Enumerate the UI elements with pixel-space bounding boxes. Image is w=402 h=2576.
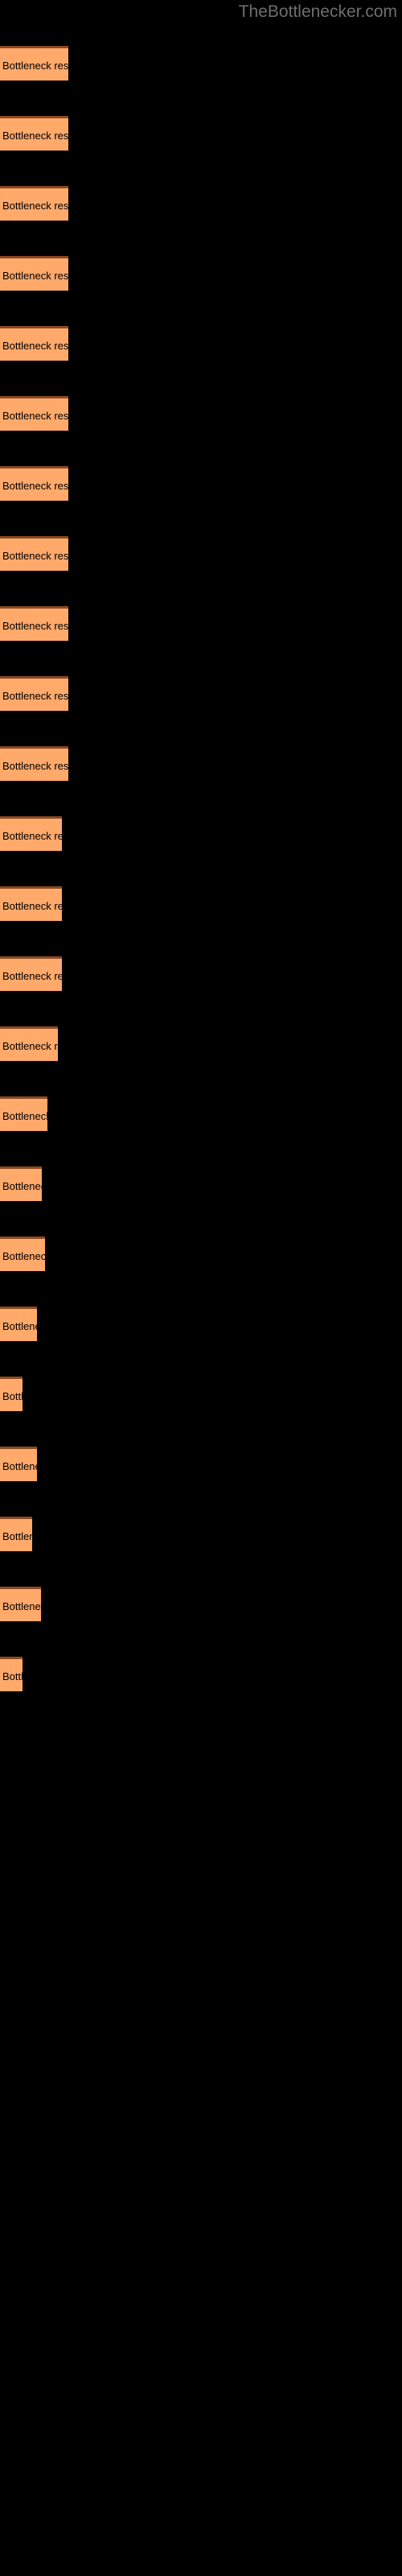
bar-row: Bottleneck result (0, 676, 68, 711)
bar-rect: Bottleneck result (0, 746, 68, 781)
bar-rect: Bottleneck result (0, 1096, 47, 1131)
bar-row: Bottleneck result (0, 1026, 58, 1061)
bar-label: Bottleneck result (2, 970, 62, 982)
bar-rect: Bottleneck result (0, 1377, 23, 1411)
bar-rect: Bottleneck result (0, 116, 68, 151)
bar-rect: Bottleneck result (0, 1026, 58, 1061)
bar-rect: Bottleneck result (0, 956, 62, 991)
bar-rect: Bottleneck result (0, 1517, 32, 1551)
bar-label: Bottleneck result (2, 1320, 37, 1332)
bar-row: Bottleneck result (0, 536, 68, 571)
bar-label: Bottleneck result (2, 1670, 23, 1682)
bar-row: Bottleneck result (0, 256, 68, 291)
bar-label: Bottleneck result (2, 130, 68, 142)
bar-label: Bottleneck result (2, 340, 68, 352)
bar-label: Bottleneck result (2, 900, 62, 912)
bar-label: Bottleneck result (2, 760, 68, 772)
bar-rect: Bottleneck result (0, 256, 68, 291)
bar-rect: Bottleneck result (0, 1657, 23, 1691)
bottleneck-bar-chart: TheBottlenecker.com Bottleneck resultBot… (0, 0, 402, 2576)
bar-row: Bottleneck result (0, 1377, 23, 1411)
bar-label: Bottleneck result (2, 60, 68, 72)
bar-rect: Bottleneck result (0, 1447, 37, 1481)
bar-label: Bottleneck result (2, 1110, 47, 1122)
bar-rect: Bottleneck result (0, 886, 62, 921)
bar-row: Bottleneck result (0, 816, 62, 851)
bar-row: Bottleneck result (0, 746, 68, 781)
bar-rect: Bottleneck result (0, 466, 68, 501)
bar-label: Bottleneck result (2, 620, 68, 632)
bar-rect: Bottleneck result (0, 1587, 41, 1621)
bar-rect: Bottleneck result (0, 396, 68, 431)
bar-label: Bottleneck result (2, 690, 68, 702)
bar-rect: Bottleneck result (0, 536, 68, 571)
bar-row: Bottleneck result (0, 1657, 23, 1691)
bar-label: Bottleneck result (2, 830, 62, 842)
bar-rect: Bottleneck result (0, 1307, 37, 1341)
bar-row: Bottleneck result (0, 326, 68, 361)
bar-rect: Bottleneck result (0, 326, 68, 361)
bar-series-layer: Bottleneck result Bottleneck result Bottle… (0, 0, 402, 2576)
bar-row: Bottleneck result (0, 116, 68, 151)
bar-label: Bottleneck result (2, 410, 68, 422)
bar-rect: Bottleneck result (0, 1166, 42, 1201)
bar-row: Bottleneck result (0, 1447, 37, 1481)
bar-row: Bottleneck result (0, 1236, 45, 1271)
bar-label: Bottleneck result (2, 1600, 41, 1612)
bar-row: Bottleneck result (0, 186, 68, 221)
bar-label: Bottleneck result (2, 1390, 23, 1402)
bar-row: Bottleneck result (0, 956, 62, 991)
bar-rect: Bottleneck result (0, 606, 68, 641)
bar-rect: Bottleneck result (0, 1236, 45, 1271)
bar-rect: Bottleneck result (0, 676, 68, 711)
bar-row: Bottleneck result (0, 396, 68, 431)
bar-row: Bottleneck result (0, 886, 62, 921)
bar-label: Bottleneck result (2, 200, 68, 212)
bar-label: Bottleneck result (2, 550, 68, 562)
bar-rect: Bottleneck result (0, 46, 68, 80)
bar-label: Bottleneck result (2, 1460, 37, 1472)
bar-row: Bottleneck result (0, 1517, 32, 1551)
bar-label: Bottleneck result (2, 1530, 32, 1542)
bar-row: Bottleneck result (0, 46, 68, 80)
bar-rect: Bottleneck result (0, 816, 62, 851)
bar-row: Bottleneck result (0, 606, 68, 641)
bar-row: Bottleneck result (0, 1096, 47, 1131)
bar-row: Bottleneck result (0, 466, 68, 501)
bar-rect: Bottleneck result (0, 186, 68, 221)
bar-row: Bottleneck result (0, 1166, 42, 1201)
bar-label: Bottleneck result (2, 270, 68, 282)
bar-row: Bottleneck result (0, 1587, 41, 1621)
bar-label: Bottleneck result (2, 1250, 45, 1262)
bar-row: Bottleneck result (0, 1307, 37, 1341)
bar-label: Bottleneck result (2, 480, 68, 492)
bar-label: Bottleneck result (2, 1180, 42, 1192)
bar-label: Bottleneck result (2, 1040, 58, 1052)
